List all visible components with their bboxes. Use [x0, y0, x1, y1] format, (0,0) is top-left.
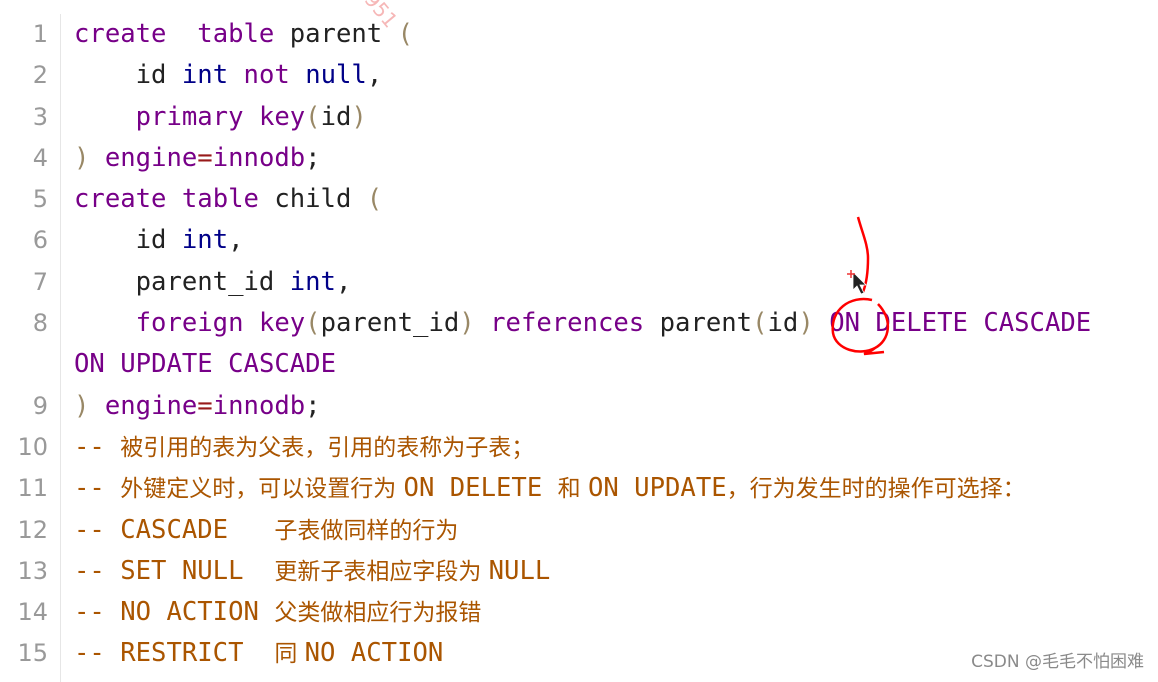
- red-annotation: [831, 216, 889, 356]
- csdn-watermark: CSDN @毛毛不怕困难: [971, 652, 1144, 672]
- annotation-circle: [831, 297, 889, 356]
